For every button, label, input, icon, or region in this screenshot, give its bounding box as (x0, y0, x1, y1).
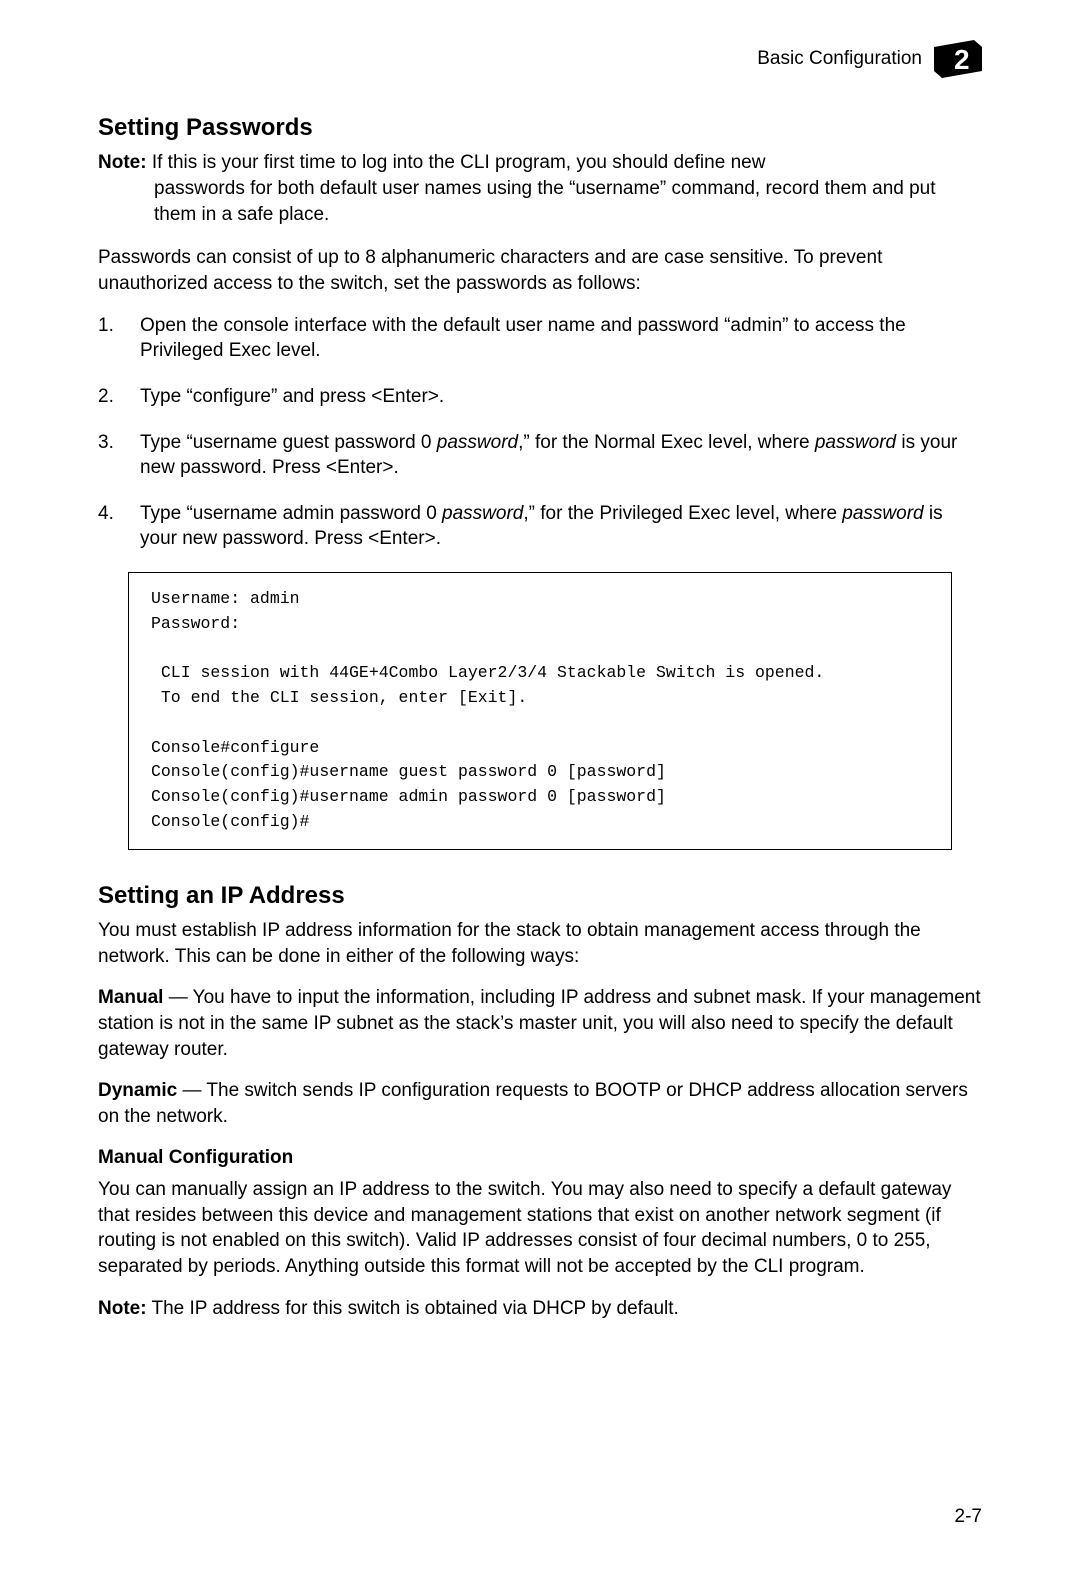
note-block-1: Note: If this is your first time to log … (98, 150, 982, 227)
page-number: 2-7 (955, 1504, 982, 1530)
note-label: Note: (98, 152, 147, 173)
subheading-manual-config: Manual Configuration (98, 1145, 982, 1171)
dynamic-label: Dynamic (98, 1080, 177, 1101)
chapter-badge-icon: 2 (934, 40, 982, 78)
note-text-line2: passwords for both default user names us… (98, 176, 982, 227)
manual-label: Manual (98, 987, 163, 1008)
step-1: Open the console interface with the defa… (98, 313, 982, 364)
note-block-2: Note: The IP address for this switch is … (98, 1296, 982, 1322)
page-header: Basic Configuration 2 (98, 40, 982, 78)
para-manual: Manual — You have to input the informati… (98, 985, 982, 1062)
step-2: Type “configure” and press <Enter>. (98, 384, 982, 410)
step-3: Type “username guest password 0 password… (98, 430, 982, 481)
note-text-2: The IP address for this switch is obtain… (147, 1298, 679, 1319)
note-label-2: Note: (98, 1298, 147, 1319)
cli-code-block: Username: admin Password: CLI session wi… (128, 572, 952, 850)
manual-text: — You have to input the information, inc… (98, 987, 981, 1059)
chapter-number: 2 (954, 44, 970, 75)
steps-list: Open the console interface with the defa… (98, 313, 982, 552)
para-manual-config: You can manually assign an IP address to… (98, 1177, 982, 1280)
header-title: Basic Configuration (757, 46, 922, 72)
dynamic-text: — The switch sends IP configuration requ… (98, 1080, 968, 1127)
step-4: Type “username admin password 0 password… (98, 501, 982, 552)
section-heading-ip: Setting an IP Address (98, 880, 982, 912)
para-dynamic: Dynamic — The switch sends IP configurat… (98, 1078, 982, 1129)
note-text-line1: If this is your first time to log into t… (152, 152, 766, 173)
section-heading-passwords: Setting Passwords (98, 112, 982, 144)
para-passwords-intro: Passwords can consist of up to 8 alphanu… (98, 245, 982, 296)
para-ip-intro: You must establish IP address informatio… (98, 918, 982, 969)
